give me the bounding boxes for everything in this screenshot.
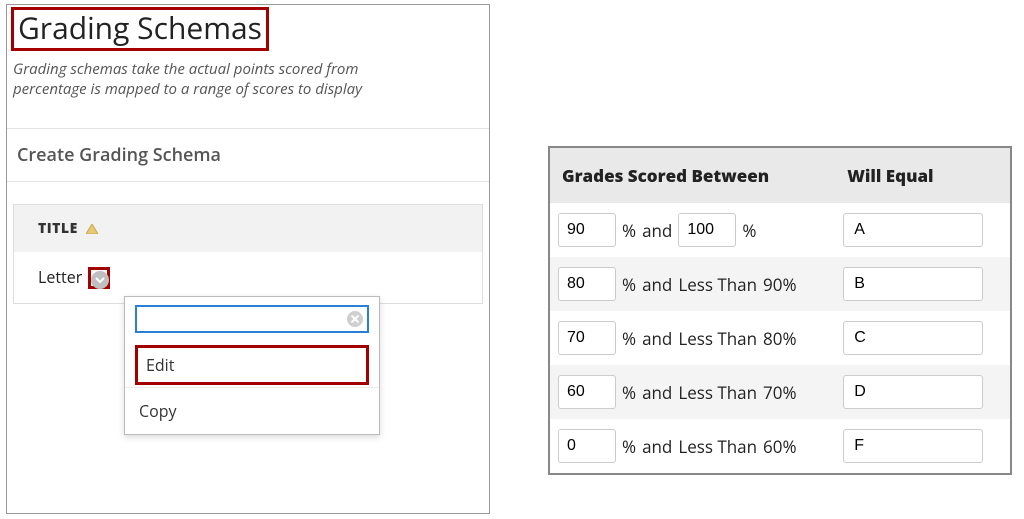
- percent-label: %: [622, 327, 636, 350]
- menu-item-copy[interactable]: Copy: [125, 387, 379, 434]
- create-grading-schema-button[interactable]: Create Grading Schema: [7, 128, 489, 182]
- table-row: % and Less Than 80%: [550, 311, 1010, 365]
- grade-input[interactable]: [843, 375, 983, 409]
- grade-mapping-table-panel: Grades Scored Between Will Equal % and %…: [548, 146, 1012, 475]
- high-bound-text: 90%: [763, 273, 797, 296]
- percent-label: %: [622, 219, 636, 242]
- intro-line-2: percentage is mapped to a range of score…: [13, 79, 362, 99]
- high-bound-text: 70%: [763, 381, 797, 404]
- percent-label: %: [622, 273, 636, 296]
- low-bound-input[interactable]: [558, 213, 616, 247]
- column-header-title-label: TITLE: [38, 219, 78, 238]
- col-header-equal: Will Equal: [835, 148, 1010, 203]
- and-label: and: [642, 327, 672, 350]
- less-than-label: Less Than: [678, 327, 757, 350]
- menu-search-row: [125, 297, 379, 339]
- and-label: and: [642, 381, 672, 404]
- row-options-menu: Edit Copy: [124, 296, 380, 435]
- clear-search-icon[interactable]: [345, 309, 365, 329]
- grade-input[interactable]: [843, 213, 983, 247]
- schema-row-letter: Letter Edit: [14, 252, 482, 304]
- less-than-label: Less Than: [678, 435, 757, 458]
- table-row: % and Less Than 60%: [550, 419, 1010, 473]
- table-row: % and Less Than 70%: [550, 365, 1010, 419]
- and-label: and: [642, 273, 672, 296]
- percent-label: %: [622, 435, 636, 458]
- schema-title: Letter: [38, 266, 82, 288]
- low-bound-input[interactable]: [558, 375, 616, 409]
- low-bound-input[interactable]: [558, 321, 616, 355]
- and-label: and: [642, 219, 672, 242]
- table-row: % and %: [550, 203, 1010, 257]
- row-options-button[interactable]: [88, 267, 110, 289]
- column-header-title[interactable]: TITLE: [14, 205, 482, 252]
- table-row: % and Less Than 90%: [550, 257, 1010, 311]
- page-title: Grading Schemas: [11, 7, 269, 51]
- low-bound-input[interactable]: [558, 429, 616, 463]
- high-bound-text: 80%: [763, 327, 797, 350]
- menu-item-edit[interactable]: Edit: [135, 345, 369, 385]
- less-than-label: Less Than: [678, 273, 757, 296]
- and-label: and: [642, 435, 672, 458]
- percent-label: %: [622, 381, 636, 404]
- less-than-label: Less Than: [678, 381, 757, 404]
- col-header-between: Grades Scored Between: [550, 148, 835, 203]
- grade-input[interactable]: [843, 429, 983, 463]
- intro-text: Grading schemas take the actual points s…: [13, 59, 483, 100]
- schema-list: TITLE Letter: [13, 204, 483, 305]
- grade-input[interactable]: [843, 267, 983, 301]
- menu-search-input[interactable]: [135, 305, 369, 333]
- high-bound-input[interactable]: [678, 213, 736, 247]
- grade-input[interactable]: [843, 321, 983, 355]
- grading-schemas-panel: Grading Schemas Grading schemas take the…: [6, 4, 490, 514]
- intro-line-1: Grading schemas take the actual points s…: [13, 59, 358, 79]
- grade-mapping-table: Grades Scored Between Will Equal % and %…: [550, 148, 1010, 473]
- sort-asc-icon: [86, 219, 98, 238]
- low-bound-input[interactable]: [558, 267, 616, 301]
- high-bound-text: 60%: [763, 435, 797, 458]
- chevron-down-icon: [91, 271, 109, 289]
- percent-label-2: %: [742, 219, 756, 242]
